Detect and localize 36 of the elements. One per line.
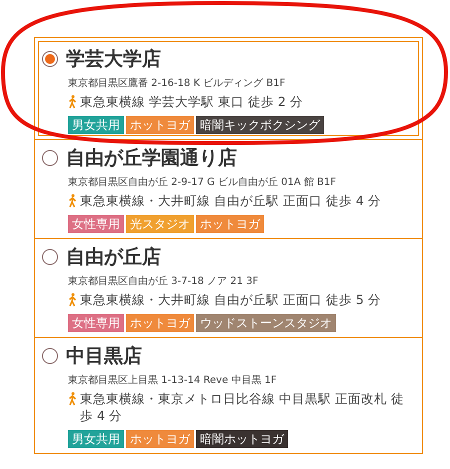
radio-button[interactable] <box>42 348 58 364</box>
category-tag: ホットヨガ <box>196 215 264 233</box>
category-tag: 光スタジオ <box>126 215 194 233</box>
store-name: 中目黒店 <box>66 344 142 369</box>
walking-person-icon <box>68 293 77 307</box>
store-address: 東京都目黒区自由が丘 2-9-17 G ビル自由が丘 01A 館 B1F <box>68 176 338 189</box>
category-tag: 女性専用 <box>68 314 124 332</box>
store-item[interactable]: 学芸大学店 東京都目黒区鷹番 2-16-18 K ビルディング B1F 東急東横線 学芸大学駅 東口 徒歩 2 分 男女共用 ホットヨガ 暗闇キックボクシング <box>35 38 422 139</box>
walking-person-icon <box>68 194 77 208</box>
store-name: 学芸大学店 <box>66 47 161 72</box>
radio-button[interactable] <box>42 150 58 166</box>
store-item[interactable]: 中目黒店 東京都目黒区上目黒 1-13-14 Reve 中目黒 1F 東急東横線・東京メトロ日比谷線 中目黒駅 正面改札 徒歩 4 分 男女共用 ホットヨガ 暗闇ホットヨガ <box>35 337 422 453</box>
store-name: 自由が丘学園通り店 <box>66 146 237 171</box>
station-access: 東急東横線 学芸大学駅 東口 徒歩 2 分 <box>80 93 303 110</box>
category-tag: ホットヨガ <box>126 116 194 134</box>
store-address: 東京都目黒区鷹番 2-16-18 K ビルディング B1F <box>68 76 286 90</box>
category-tag: ホットヨガ <box>126 430 194 448</box>
category-tag: 暗闇キックボクシング <box>196 116 324 134</box>
category-tag: 女性専用 <box>68 215 124 233</box>
station-access: 東急東横線・大井町線 自由が丘駅 正面口 徒歩 5 分 <box>80 291 381 308</box>
walking-person-icon <box>68 392 77 406</box>
radio-button[interactable] <box>42 51 58 67</box>
category-tag: ウッドストーンスタジオ <box>196 314 336 332</box>
store-item[interactable]: 自由が丘学園通り店 東京都目黒区自由が丘 2-9-17 G ビル自由が丘 01A 館 B1F 東急東横線・大井町線 自由が丘駅 正面口 徒歩 4 分 女性専用 光スタジオ ホットヨガ <box>35 139 422 238</box>
store-item[interactable]: 自由が丘店 東京都目黒区自由が丘 3-7-18 ノア 21 3F 東急東横線・大井町線 自由が丘駅 正面口 徒歩 5 分 女性専用 ホットヨガ ウッドストーンスタジオ <box>35 238 422 337</box>
radio-button[interactable] <box>42 249 58 265</box>
category-tag: 男女共用 <box>68 116 124 134</box>
station-access: 東急東横線・大井町線 自由が丘駅 正面口 徒歩 4 分 <box>80 192 381 209</box>
store-name: 自由が丘店 <box>66 245 161 270</box>
category-tag: ホットヨガ <box>126 314 194 332</box>
station-access: 東急東横線・東京メトロ日比谷線 中目黒駅 正面改札 徒歩 4 分 <box>80 390 405 424</box>
category-tag: 暗闇ホットヨガ <box>196 430 288 448</box>
store-address: 東京都目黒区上目黒 1-13-14 Reve 中目黒 1F <box>68 374 278 387</box>
store-address: 東京都目黒区自由が丘 3-7-18 ノア 21 3F <box>68 274 260 288</box>
walking-person-icon <box>68 95 77 109</box>
category-tag: 男女共用 <box>68 430 124 448</box>
